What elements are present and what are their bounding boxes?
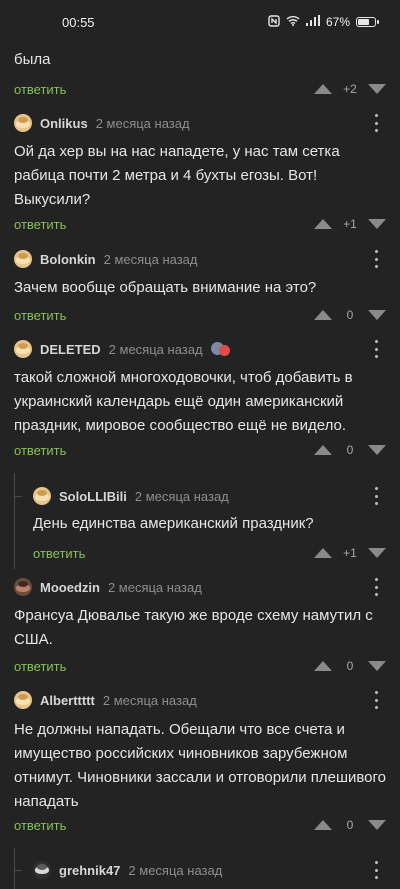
username[interactable]: Mooedzin xyxy=(40,580,100,595)
comment-score: +1 xyxy=(343,217,357,231)
more-options-icon[interactable] xyxy=(374,691,378,709)
downvote-icon[interactable] xyxy=(368,820,386,830)
comment-date: 2 месяца назад xyxy=(95,115,190,131)
username[interactable]: Bolonkin xyxy=(40,252,96,267)
comment-text: Ой да хер вы на нас нападете, у нас там … xyxy=(14,143,340,208)
avatar[interactable] xyxy=(14,340,32,358)
vote-controls: 0 xyxy=(314,443,386,457)
downvote-icon[interactable] xyxy=(368,661,386,671)
comment-score: 0 xyxy=(346,443,354,457)
comment-text: Зачем вообще обращать внимание на это? xyxy=(14,279,317,296)
status-icons: 67% xyxy=(268,14,379,30)
comment-score: 0 xyxy=(346,818,354,832)
username[interactable]: Onlikus xyxy=(40,116,88,131)
vote-controls: +2 xyxy=(314,82,386,96)
award-badge-icon xyxy=(210,340,231,358)
downvote-icon[interactable] xyxy=(368,548,386,558)
avatar[interactable] xyxy=(14,691,32,709)
comment-date: 2 месяца назад xyxy=(103,251,198,267)
comment-text: была xyxy=(14,51,51,68)
more-options-icon[interactable] xyxy=(374,250,378,268)
comment-date: 2 месяца назад xyxy=(108,341,203,357)
comment-text: такой сложной многоходовочки, чтоб добав… xyxy=(14,369,353,434)
more-options-icon[interactable] xyxy=(374,340,378,358)
upvote-icon[interactable] xyxy=(314,548,332,558)
avatar[interactable] xyxy=(14,114,32,132)
vote-controls: +1 xyxy=(314,217,386,231)
reply-button[interactable]: ответить xyxy=(14,659,66,674)
downvote-icon[interactable] xyxy=(368,445,386,455)
reply-button[interactable]: ответить xyxy=(14,308,66,323)
upvote-icon[interactable] xyxy=(314,820,332,830)
comment-date: 2 месяца назад xyxy=(102,692,197,708)
comment-date: 2 месяца назад xyxy=(134,488,229,504)
avatar[interactable] xyxy=(14,578,32,596)
avatar[interactable] xyxy=(33,487,51,505)
vote-controls: 0 xyxy=(314,818,386,832)
username[interactable]: Alberttttt xyxy=(40,693,95,708)
downvote-icon[interactable] xyxy=(368,310,386,320)
battery-icon xyxy=(356,17,379,27)
username[interactable]: SoloLLIBili xyxy=(59,489,127,504)
downvote-icon[interactable] xyxy=(368,84,386,94)
comment-score: 0 xyxy=(346,659,354,673)
upvote-icon[interactable] xyxy=(314,310,332,320)
thread-line[interactable] xyxy=(14,848,15,889)
comment-text: Франсуа Дювалье такую же вроде схему нам… xyxy=(14,607,373,648)
thread-branch xyxy=(14,870,22,871)
reply-button[interactable]: ответить xyxy=(14,217,66,232)
nfc-icon xyxy=(268,14,280,30)
comment-text: День единства американский праздник? xyxy=(33,515,314,532)
comment-date: 2 месяца назад xyxy=(128,862,223,878)
username[interactable]: grehnik47 xyxy=(59,863,120,878)
more-options-icon[interactable] xyxy=(374,861,378,879)
more-options-icon[interactable] xyxy=(374,487,378,505)
comment-date: 2 месяца назад xyxy=(107,579,202,595)
reply-button[interactable]: ответить xyxy=(14,818,66,833)
status-bar: 00:55 67% xyxy=(0,0,400,44)
upvote-icon[interactable] xyxy=(314,445,332,455)
downvote-icon[interactable] xyxy=(368,219,386,229)
avatar[interactable] xyxy=(33,861,51,879)
comment-score: +1 xyxy=(343,546,357,560)
battery-percent: 67% xyxy=(325,15,350,29)
reply-button[interactable]: ответить xyxy=(33,546,85,561)
thread-line[interactable] xyxy=(14,473,15,569)
more-options-icon[interactable] xyxy=(374,578,378,596)
vote-controls: 0 xyxy=(314,308,386,322)
comment-score: 0 xyxy=(346,308,354,322)
vote-controls: 0 xyxy=(314,659,386,673)
comment-score: +2 xyxy=(343,82,357,96)
thread-branch xyxy=(14,496,22,497)
upvote-icon[interactable] xyxy=(314,84,332,94)
upvote-icon[interactable] xyxy=(314,661,332,671)
upvote-icon[interactable] xyxy=(314,219,332,229)
vote-controls: +1 xyxy=(314,546,386,560)
reply-button[interactable]: ответить xyxy=(14,443,66,458)
avatar[interactable] xyxy=(14,250,32,268)
more-options-icon[interactable] xyxy=(374,114,378,132)
comment-text: Не должны нападать. Обещали что все счет… xyxy=(14,721,387,810)
reply-button[interactable]: ответить xyxy=(14,82,66,97)
signal-icon xyxy=(305,15,320,29)
username[interactable]: DELETED xyxy=(40,342,101,357)
wifi-icon xyxy=(286,15,300,29)
status-time: 00:55 xyxy=(62,14,95,30)
